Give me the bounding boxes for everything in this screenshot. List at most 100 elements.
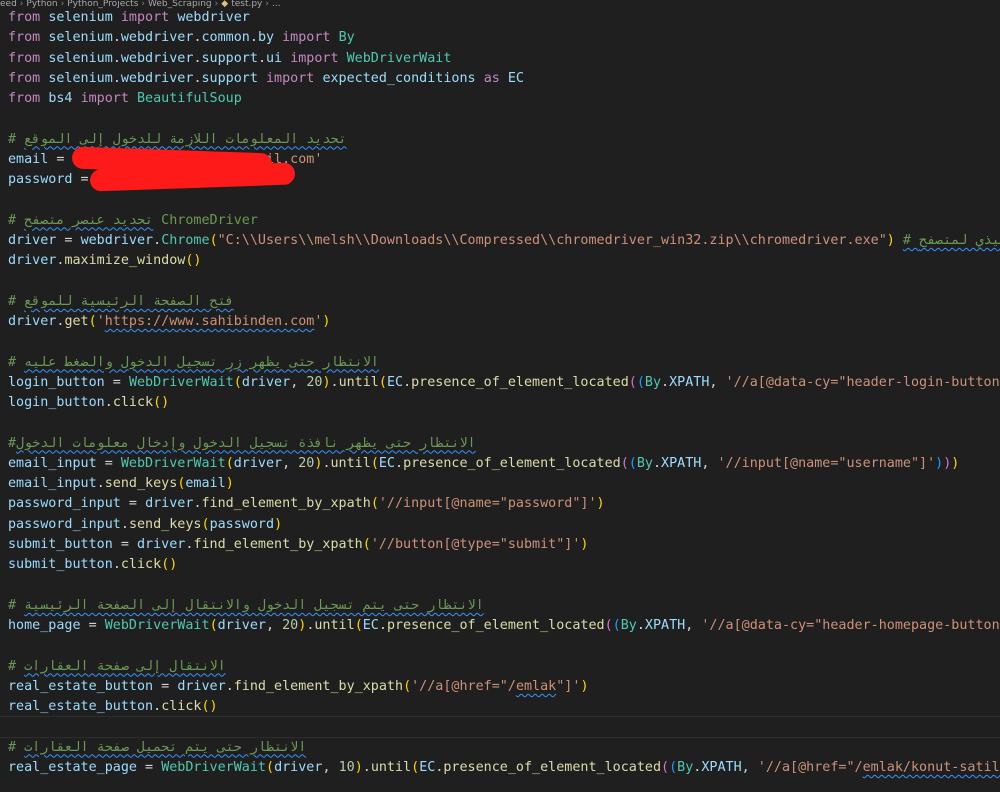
code-token: () — [185, 253, 202, 269]
code-token: ) — [225, 476, 234, 492]
code-line[interactable]: password_input.send_keys(password) — [8, 515, 282, 535]
code-token: ( — [620, 455, 629, 471]
code-token: selenium — [48, 70, 113, 86]
chevron-right-icon: › — [265, 0, 269, 9]
code-token: . — [112, 30, 121, 46]
code-line[interactable]: driver = webdriver.Chrome("C:\\Users\\me… — [8, 231, 1000, 251]
code-token: ) — [935, 455, 944, 471]
code-token: email — [185, 476, 226, 492]
code-line[interactable]: real_estate_page = WebDriverWait(driver,… — [8, 758, 1000, 778]
code-token: ) — [580, 537, 589, 553]
code-line[interactable]: from bs4 import BeautifulSoup — [8, 89, 242, 109]
code-token: الانتظار حتى يظهر نافذة تسجيل الدخول وإد… — [16, 435, 476, 451]
code-token: driver — [8, 232, 57, 248]
code-token: # — [8, 435, 17, 451]
code-token: find_element_by_xpath — [193, 537, 363, 553]
code-token: = — [56, 232, 81, 248]
code-token: # — [8, 658, 25, 674]
code-token: '//a[@href="/ — [757, 759, 863, 775]
code-token: By — [338, 30, 355, 46]
code-token: real_estate_page — [8, 759, 137, 775]
code-token: maximize_window — [64, 253, 186, 269]
code-token: XPATH — [669, 374, 710, 390]
code-line[interactable]: login_button.click() — [8, 393, 169, 413]
code-line[interactable]: submit_button = driver.find_element_by_x… — [8, 535, 588, 555]
breadcrumb-item[interactable]: ... — [272, 0, 281, 9]
code-token: support — [201, 50, 258, 66]
code-token: email — [8, 151, 49, 167]
code-token: click — [120, 557, 162, 573]
code-token: real_estate_button — [8, 678, 154, 694]
code-token: # — [8, 131, 25, 147]
code-token: ) — [596, 496, 605, 512]
code-token: WebDriverWait — [104, 618, 210, 634]
code-line[interactable]: # تحديد عنصر متصفح ChromeDriver — [8, 211, 258, 231]
code-token: = — [120, 496, 146, 512]
code-token: selenium — [48, 50, 113, 66]
code-token: , — [701, 455, 718, 471]
code-token: # مسار الملف التنفيذي لمتصفح — [902, 232, 1000, 248]
code-line[interactable]: # تحديد المعلومات اللازمة للدخول إلى الم… — [8, 130, 347, 150]
code-line[interactable]: #الانتظار حتى يظهر نافذة تسجيل الدخول وإ… — [8, 434, 476, 454]
current-line-highlight — [0, 716, 1000, 739]
code-token: . — [403, 374, 412, 390]
code-token: By — [677, 759, 694, 775]
code-token: . — [330, 374, 339, 390]
code-token: get — [64, 314, 89, 330]
code-token: , — [685, 618, 702, 634]
code-token: ( — [612, 618, 621, 634]
code-token: submit_button — [8, 537, 113, 553]
code-token: webdriver — [120, 70, 194, 86]
code-line[interactable]: # فتح الصفحة الرئيسية للموقع — [8, 292, 234, 312]
code-token: EC — [378, 455, 395, 471]
code-line[interactable]: driver.get('https://www.sahibinden.com') — [8, 312, 330, 332]
code-token: real_estate_button — [8, 699, 154, 715]
code-token: ) — [322, 374, 331, 390]
code-line[interactable]: # الانتقال إلى صفحة العقارات — [8, 657, 226, 677]
code-line[interactable]: driver.maximize_window() — [8, 251, 202, 271]
code-token: تحديد المعلومات اللازمة للدخول إلى الموق… — [24, 131, 347, 147]
code-token: WebDriverWait — [346, 50, 452, 66]
code-token: WebDriverWait — [161, 759, 266, 775]
code-line[interactable]: # الانتظار حتى يظهر زر تسجيل الدخول والض… — [8, 353, 379, 373]
code-line[interactable]: # الانتظار حتى يتم تسجيل الدخول والانتقا… — [8, 596, 484, 616]
code-line[interactable]: from selenium import webdriver — [8, 8, 250, 28]
code-line[interactable]: from selenium.webdriver.support.ui impor… — [8, 49, 451, 69]
code-token: import — [282, 30, 331, 46]
code-editor[interactable]: eed › Python › Python_Projects › Web_Scraping ›… — [0, 0, 1000, 792]
code-token: . — [652, 455, 662, 471]
code-token: , — [266, 618, 283, 634]
code-line[interactable]: submit_button.click() — [8, 555, 177, 575]
code-token: webdriver — [120, 30, 194, 46]
code-token: ) — [274, 516, 283, 532]
code-token: import — [290, 50, 339, 66]
code-line[interactable]: from selenium.webdriver.common.by import… — [8, 28, 355, 48]
code-token: EC — [419, 759, 436, 775]
code-line[interactable]: email_input = WebDriverWait(driver, 20).… — [8, 454, 959, 474]
code-line[interactable]: home_page = WebDriverWait(driver, 20).un… — [8, 616, 1000, 636]
code-token: WebDriverWait — [120, 455, 226, 471]
code-token: login_button — [8, 395, 105, 411]
code-token: = — [104, 374, 129, 390]
code-token: ( — [403, 678, 412, 694]
code-token: driver — [137, 537, 186, 553]
code-token: send_keys — [104, 476, 178, 492]
code-line[interactable]: login_button = WebDriverWait(driver, 20)… — [8, 373, 1000, 393]
code-token: By — [620, 618, 637, 634]
code-token: ) — [322, 314, 331, 330]
code-line[interactable]: email_input.send_keys(email) — [8, 474, 234, 494]
code-line[interactable]: real_estate_button.click() — [8, 697, 218, 717]
code-token: . — [661, 374, 670, 390]
code-token: XPATH — [661, 455, 702, 471]
code-line[interactable]: from selenium.webdriver.support import e… — [8, 69, 524, 89]
code-line[interactable]: real_estate_button = driver.find_element… — [8, 677, 589, 697]
code-token: ( — [362, 537, 371, 553]
code-token: , — [709, 374, 726, 390]
code-token: password_input — [8, 516, 121, 532]
code-token: () — [153, 395, 170, 411]
code-line[interactable]: password_input = driver.find_element_by_… — [8, 494, 605, 514]
code-line[interactable]: # الانتظار حتى يتم تحميل صفحة العقارات — [8, 738, 306, 758]
